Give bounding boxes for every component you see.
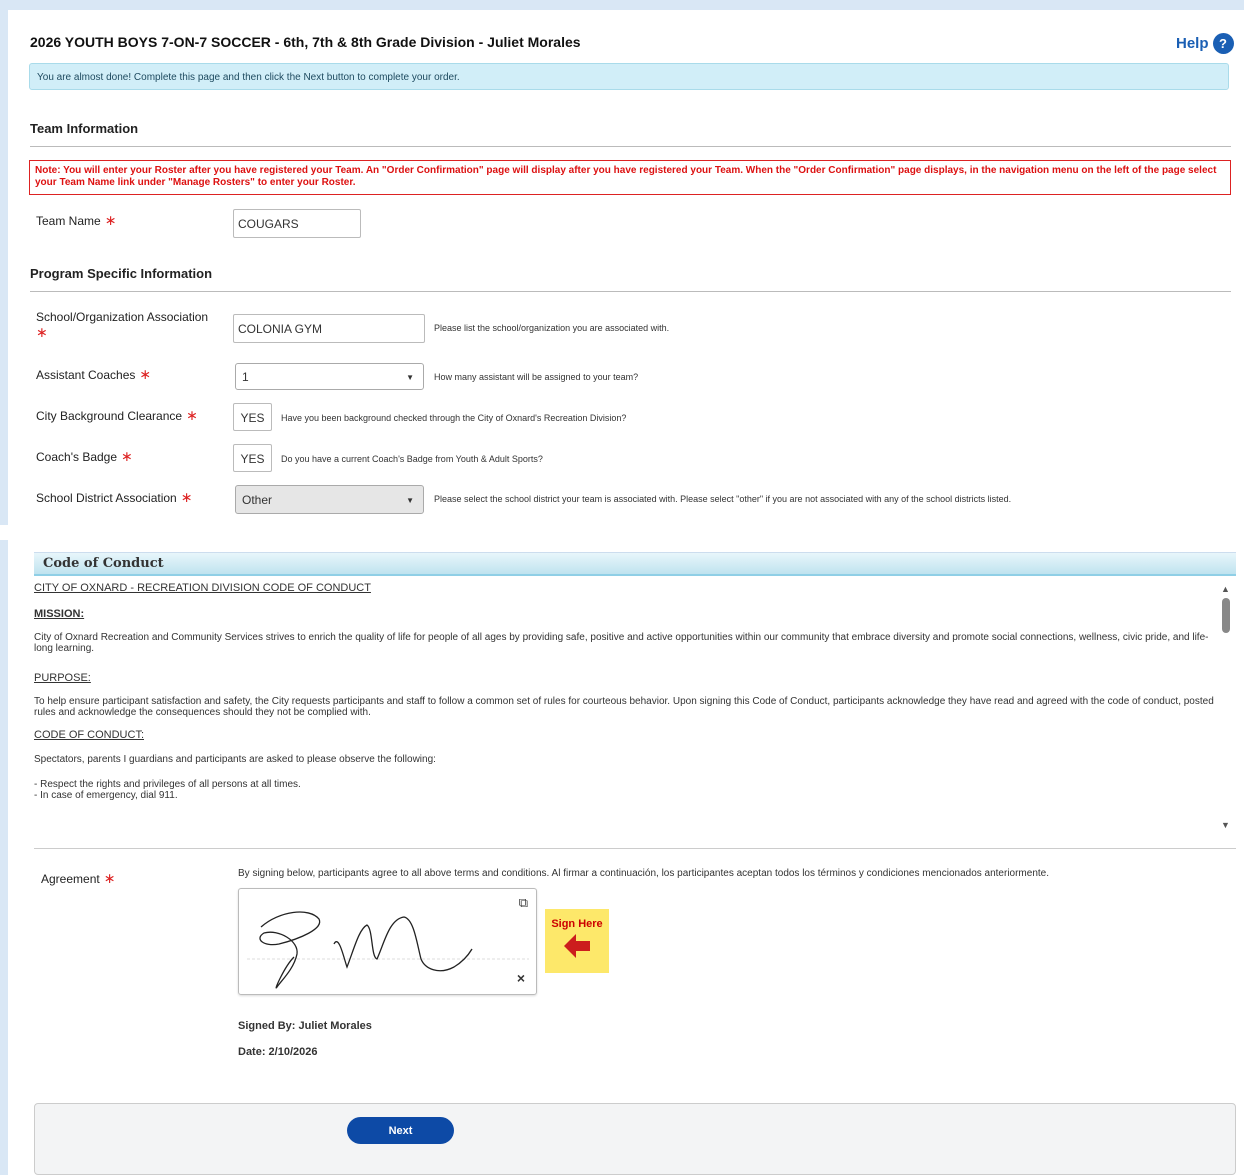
coc-title: CITY OF OXNARD - RECREATION DIVISION COD… (34, 582, 371, 594)
signature-pad[interactable]: ⧉ × (238, 888, 537, 995)
clearance-label: City Background Clearance ∗ (36, 407, 198, 423)
agreement-label: Agreement ∗ (41, 870, 116, 886)
navigation-panel (34, 1103, 1236, 1175)
clear-signature-icon[interactable]: × (517, 970, 525, 986)
assistant-coaches-value: 1 (242, 370, 249, 384)
conduct-intro: Spectators, parents I guardians and part… (34, 754, 436, 765)
school-org-hint: Please list the school/organization you … (434, 323, 670, 333)
next-button[interactable]: Next (347, 1117, 454, 1144)
code-of-conduct-text[interactable]: CITY OF OXNARD - RECREATION DIVISION COD… (34, 580, 1224, 833)
coach-badge-label: Coach's Badge ∗ (36, 448, 133, 464)
divider (30, 291, 1231, 292)
scrollbar-thumb[interactable] (1222, 598, 1230, 633)
purpose-heading: PURPOSE: (34, 672, 91, 684)
signed-date: Date: 2/10/2026 (238, 1046, 318, 1058)
school-district-label: School District Association ∗ (36, 489, 193, 505)
program-info-heading: Program Specific Information (30, 266, 213, 281)
required-asterisk: ∗ (103, 870, 116, 886)
mission-heading: MISSION: (34, 608, 85, 620)
left-border (0, 10, 8, 525)
arrow-left-icon (564, 934, 590, 958)
required-asterisk: ∗ (104, 212, 117, 228)
roster-note: Note: You will enter your Roster after y… (29, 160, 1231, 195)
agreement-text: By signing below, participants agree to … (238, 868, 1050, 879)
coach-badge-hint: Do you have a current Coach's Badge from… (281, 454, 543, 464)
required-asterisk: ∗ (139, 366, 152, 382)
conduct-heading: CODE OF CONDUCT: (34, 729, 144, 741)
assistant-coaches-label: Assistant Coaches ∗ (36, 366, 152, 382)
required-asterisk: ∗ (121, 448, 133, 464)
help-label: Help (1176, 35, 1209, 52)
info-banner: You are almost done! Complete this page … (29, 63, 1229, 90)
school-district-hint: Please select the school district your t… (434, 494, 1012, 504)
divider (34, 848, 1236, 849)
required-asterisk: ∗ (180, 489, 193, 505)
code-of-conduct-header: Code of Conduct (34, 552, 1236, 576)
signed-by: Signed By: Juliet Morales (238, 1020, 372, 1032)
team-name-input[interactable] (233, 209, 361, 238)
expand-icon[interactable]: ⧉ (519, 895, 528, 911)
assistant-coaches-hint: How many assistant will be assigned to y… (434, 372, 639, 382)
purpose-text: To help ensure participant satisfaction … (34, 696, 1214, 718)
required-asterisk: ∗ (186, 407, 198, 423)
divider (30, 146, 1231, 147)
coach-badge-field[interactable]: YES (233, 444, 272, 472)
signature-drawing (247, 911, 529, 989)
chevron-down-icon: ▼ (406, 496, 414, 505)
school-district-select[interactable]: Other ▼ (235, 485, 424, 514)
required-asterisk: ∗ (36, 324, 48, 340)
clearance-field[interactable]: YES (233, 403, 272, 431)
team-info-heading: Team Information (30, 121, 139, 136)
help-link[interactable]: Help ? (1176, 33, 1234, 54)
assistant-coaches-select[interactable]: 1 ▼ (235, 363, 424, 390)
rule-item: - In case of emergency, dial 911. (34, 790, 178, 801)
school-org-input[interactable] (233, 314, 425, 343)
team-name-label: Team Name ∗ (36, 212, 117, 228)
page-title: 2026 YOUTH BOYS 7-ON-7 SOCCER - 6th, 7th… (30, 34, 581, 50)
mission-text: City of Oxnard Recreation and Community … (34, 632, 1209, 654)
rule-item: - Respect the rights and privileges of a… (34, 779, 301, 790)
school-district-value: Other (242, 493, 273, 507)
chevron-down-icon: ▼ (406, 373, 414, 382)
sign-here-label: Sign Here (551, 918, 603, 930)
sign-here-badge: Sign Here (545, 909, 609, 973)
left-border-lower (0, 540, 8, 1175)
top-border (0, 0, 1244, 10)
scroll-down-icon[interactable]: ▼ (1221, 820, 1230, 830)
clearance-hint: Have you been background checked through… (281, 413, 627, 423)
school-org-label: School/Organization Association ∗ (36, 310, 209, 340)
scroll-up-icon[interactable]: ▲ (1221, 584, 1230, 594)
help-icon[interactable]: ? (1212, 33, 1234, 54)
